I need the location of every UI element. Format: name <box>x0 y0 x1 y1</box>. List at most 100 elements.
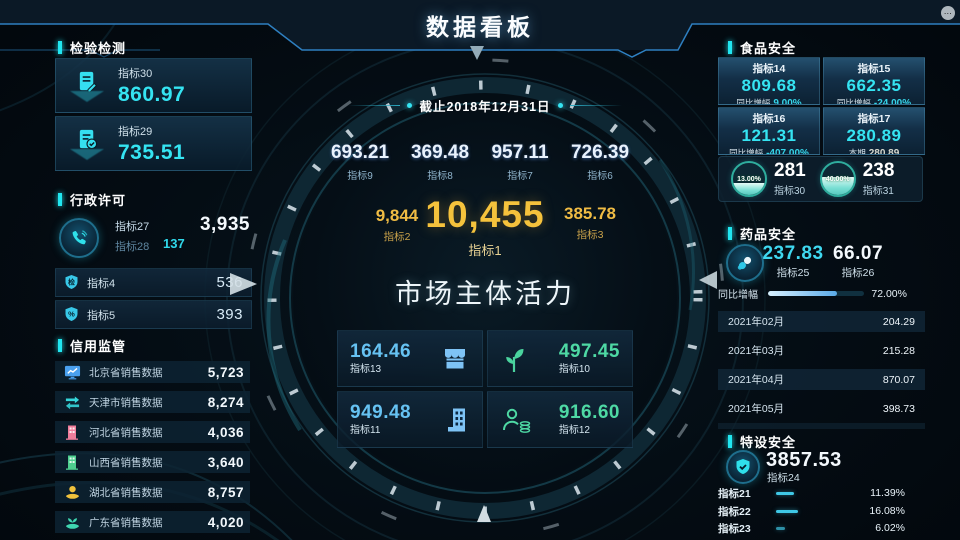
tile-value: 497.45 <box>558 340 620 362</box>
center-headline: 市场主体活力 <box>395 279 575 309</box>
metric-value: 957.11 <box>491 142 549 163</box>
credit-row: 河北省销售数据 4,036 <box>55 421 250 443</box>
gauge-value: 238 <box>862 160 895 181</box>
drug-progress-row: 同比增幅 72.00% <box>718 286 923 302</box>
row-value: 4,036 <box>207 424 244 440</box>
section-title-text: 行政许可 <box>70 193 127 208</box>
row-value: 8,757 <box>207 484 244 500</box>
metric-label: 指标27 <box>115 221 150 233</box>
spark-bar <box>776 526 785 530</box>
section-inspection-title: 检验检测 <box>58 38 126 57</box>
svg-text:检: 检 <box>68 278 75 287</box>
center-tile: 916.60 指标12 <box>487 391 633 448</box>
metric-value: 369.48 <box>410 142 470 163</box>
row-label: 北京省销售数据 <box>89 366 163 379</box>
metric-label: 指标8 <box>427 171 453 182</box>
decor-line <box>569 105 622 106</box>
store-icon <box>444 348 466 368</box>
tile-label: 指标13 <box>350 364 382 376</box>
metric-value: 693.21 <box>330 142 390 163</box>
metric-label: 指标6 <box>587 171 613 182</box>
food-gauge-panel: 13.00% 281 指标30 40.00% 238 指标31 <box>718 156 923 202</box>
title-bar-icon <box>728 41 732 54</box>
gauge-percent: 40.00% <box>825 175 850 183</box>
special-row: 指标22 16.08% <box>718 504 925 518</box>
row-label: 2021年04月 <box>728 374 785 386</box>
tile-label: 指标10 <box>558 364 590 376</box>
row-value: 16.08% <box>869 505 905 517</box>
card-metric-label: 本期 <box>848 148 866 155</box>
decor-line <box>348 105 401 106</box>
section-licensing-title: 行政许可 <box>58 190 126 209</box>
building-icon <box>448 408 465 431</box>
row-value: 8,274 <box>207 394 244 410</box>
shield-badge <box>726 450 760 484</box>
progress-track <box>768 291 864 296</box>
gauge-percent: 13.00% <box>737 175 761 183</box>
tile-value: 916.60 <box>558 401 620 423</box>
document-check-icon <box>79 129 97 149</box>
row-value: 204.29 <box>882 315 915 328</box>
metric-value: 10,455 <box>425 194 545 235</box>
window-menu-button[interactable]: ⋯ <box>941 6 955 20</box>
title-bar-icon <box>728 227 732 240</box>
pill-icon <box>737 256 752 270</box>
card-metric-value: -407.00% <box>766 148 809 155</box>
row-value: 11.39% <box>870 487 905 499</box>
food-card: 指标15 662.35 同比增幅 -24.00% <box>823 57 925 105</box>
dot-icon <box>407 103 413 108</box>
building-icon <box>66 425 78 440</box>
licensing-row: % 指标5 393 <box>55 300 252 329</box>
row-label: 河北省销售数据 <box>89 426 163 439</box>
inspection-card: 指标29 735.51 <box>55 116 252 171</box>
row-label: 山西省销售数据 <box>89 456 163 469</box>
spark-bar <box>776 491 794 495</box>
shield-percent-icon: % <box>65 307 78 321</box>
hand-coin-icon <box>65 485 79 499</box>
metric-value: 3,935 <box>199 214 250 235</box>
special-main-value: 3857.53 <box>766 449 842 471</box>
metric-value: 735.51 <box>118 140 186 164</box>
inspection-card: 指标30 860.97 <box>55 58 252 113</box>
row-label: 指标23 <box>718 522 751 535</box>
shield-check-icon <box>736 459 750 474</box>
top-metric: 726.39 指标6 <box>560 142 640 182</box>
metric-label: 指标9 <box>347 171 373 182</box>
header-pointer-down-icon <box>470 46 484 60</box>
document-edit-icon <box>79 71 97 92</box>
gauge: 40.00% 238 指标31 <box>819 160 895 197</box>
metric-label: 指标26 <box>841 266 875 279</box>
progress-label: 同比增幅 <box>718 290 758 301</box>
licensing-row: 检 指标4 536 <box>55 268 252 297</box>
section-drug-title: 药品安全 <box>728 224 796 243</box>
center-tile: 949.48 指标11 <box>337 391 483 448</box>
dashboard: 数据看板 ⋯ 检验检测 指标30 860.97 指标29 735.51 行政许可… <box>0 0 960 540</box>
card-label: 指标17 <box>857 113 891 125</box>
icon-glow <box>70 148 104 160</box>
row-value: 398.73 <box>882 402 915 415</box>
icon-glow <box>70 90 104 102</box>
row-value: 6.02% <box>875 522 905 534</box>
drug-metric: 237.83 指标25 <box>760 243 826 279</box>
special-row: 指标23 6.02% <box>718 521 925 535</box>
tile-label: 指标11 <box>350 425 381 437</box>
tile-value: 164.46 <box>350 340 412 362</box>
card-metric-label: 同比增幅 <box>836 98 871 105</box>
metric-value: 66.07 <box>832 243 884 264</box>
section-title-text: 药品安全 <box>740 227 797 242</box>
building-icon <box>66 455 78 470</box>
progress-fill <box>768 291 838 296</box>
tile-label: 指标12 <box>558 425 590 437</box>
top-metric: 957.11 指标7 <box>480 142 560 182</box>
ring-pointer-up-icon <box>477 505 491 522</box>
row-label: 指标22 <box>718 505 751 518</box>
row-label: 湖北省销售数据 <box>89 486 163 499</box>
row-value: 870.07 <box>882 373 915 386</box>
date-note-text: 截止2018年12月31日 <box>419 100 551 114</box>
month-row: 2021年02月 204.29 <box>718 311 925 332</box>
food-card: 指标17 280.89 本期 280.89 <box>823 107 925 155</box>
licensing-phone-row: 指标27 3,935 指标28 137 <box>55 214 250 262</box>
person-coins-icon <box>503 408 531 433</box>
center-tile: 497.45 指标10 <box>487 330 633 387</box>
credit-row: 山西省销售数据 3,640 <box>55 451 250 473</box>
